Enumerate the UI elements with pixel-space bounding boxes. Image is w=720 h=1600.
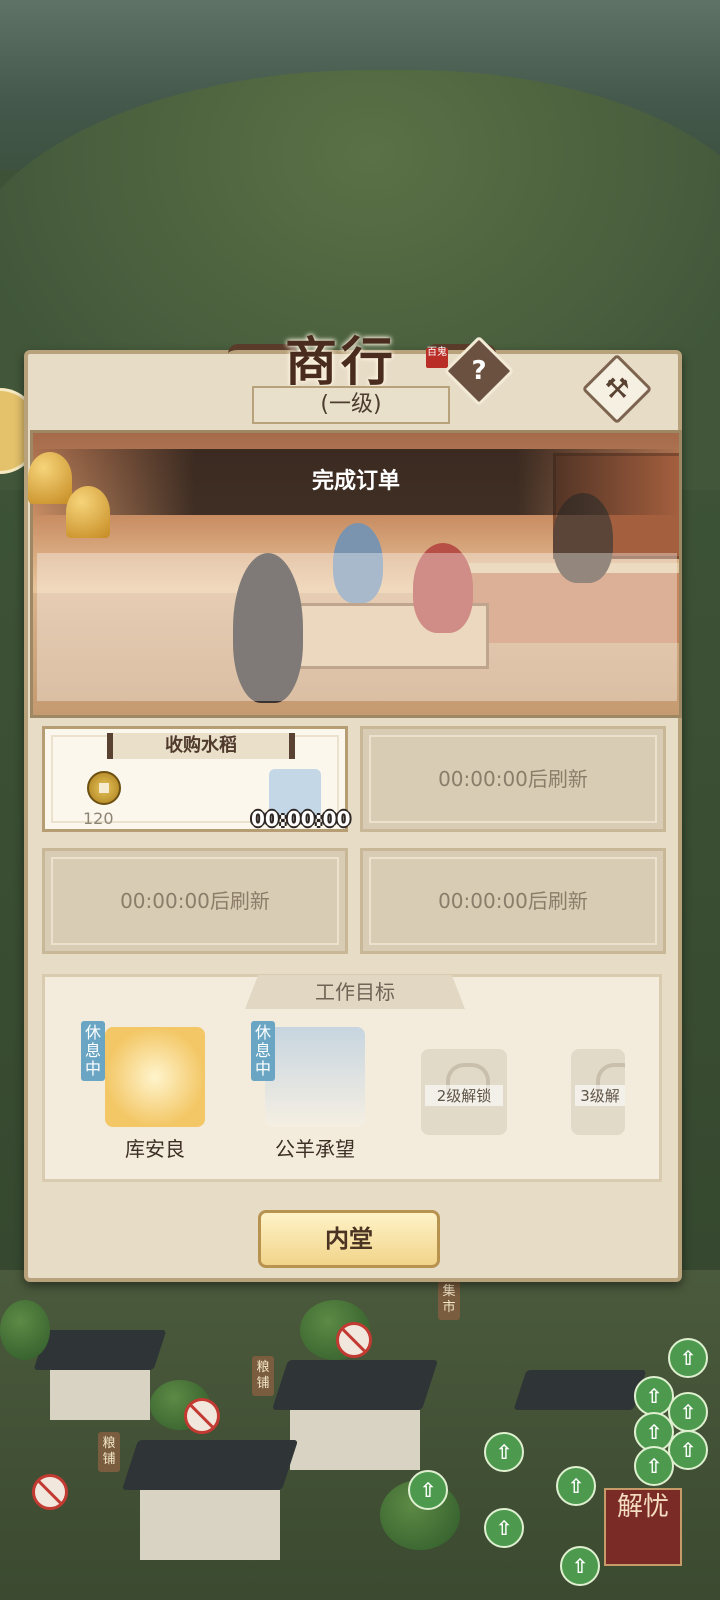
upgrade-arrow-icon[interactable]: ⇧ bbox=[484, 1508, 524, 1548]
bell-icon bbox=[28, 452, 72, 504]
house-roof bbox=[513, 1370, 647, 1410]
panel-title: 商行 bbox=[284, 332, 397, 393]
order-slot-empty: 00:00:00后刷新 bbox=[360, 726, 666, 832]
house-wall bbox=[140, 1490, 280, 1560]
worker-name: 库安良 bbox=[125, 1137, 185, 1161]
house-wall bbox=[290, 1410, 420, 1470]
work-goal-title: 工作目标 bbox=[245, 975, 465, 1009]
upgrade-arrow-icon[interactable]: ⇧ bbox=[668, 1392, 708, 1432]
rest-status-tag: 休息中 bbox=[81, 1021, 105, 1081]
bell-decoration bbox=[28, 436, 128, 556]
worker-name: 公羊承望 bbox=[275, 1137, 355, 1161]
shop-sign[interactable]: 集市 bbox=[438, 1280, 460, 1320]
house-roof bbox=[121, 1440, 299, 1490]
order-title: 收购水稻 bbox=[107, 733, 295, 759]
order-reward: 120 bbox=[83, 809, 114, 828]
house-wall bbox=[50, 1370, 150, 1420]
refresh-timer-text: 00:00:00后刷新 bbox=[438, 767, 588, 791]
work-goal-section: 工作目标 库安良 休息中 公羊承望 休息中 2级解锁 3级解 bbox=[42, 974, 662, 1182]
house-roof bbox=[33, 1330, 167, 1370]
house-roof bbox=[271, 1360, 439, 1410]
blocked-icon[interactable] bbox=[32, 1474, 68, 1510]
jieyou-button[interactable]: 解忧 bbox=[604, 1488, 682, 1566]
blocked-icon[interactable] bbox=[184, 1398, 220, 1434]
complete-order-banner: 完成订单 bbox=[33, 449, 679, 515]
inner-hall-button[interactable]: 内堂 bbox=[258, 1210, 440, 1268]
upgrade-arrow-icon[interactable]: ⇧ bbox=[484, 1432, 524, 1472]
bell-icon bbox=[66, 486, 110, 538]
hammer-icon: ⚒ bbox=[604, 372, 630, 405]
building-level: (一级) bbox=[252, 386, 450, 424]
shop-sign[interactable]: 粮铺 bbox=[252, 1356, 274, 1396]
upgrade-arrow-icon[interactable]: ⇧ bbox=[668, 1338, 708, 1378]
coin-icon bbox=[87, 771, 121, 805]
jieyou-label: 解忧 bbox=[616, 1492, 669, 1522]
locked-worker-slot[interactable]: 2级解锁 bbox=[421, 1049, 507, 1135]
order-timer: 00:00:00 bbox=[251, 807, 351, 831]
scene-overlay bbox=[37, 553, 677, 701]
title-stamp: 百鬼 bbox=[426, 348, 448, 368]
locked-worker-slot[interactable]: 3级解 bbox=[571, 1049, 625, 1135]
refresh-timer-text: 00:00:00后刷新 bbox=[120, 889, 270, 913]
unlock-requirement: 2级解锁 bbox=[425, 1085, 503, 1106]
worker-portrait bbox=[265, 1027, 365, 1127]
refresh-timer-text: 00:00:00后刷新 bbox=[438, 889, 588, 913]
upgrade-arrow-icon[interactable]: ⇧ bbox=[408, 1470, 448, 1510]
upgrade-arrow-icon[interactable]: ⇧ bbox=[556, 1466, 596, 1506]
worker-card[interactable]: 库安良 bbox=[101, 1027, 209, 1162]
tree bbox=[0, 1300, 50, 1360]
order-slot-empty: 00:00:00后刷新 bbox=[42, 848, 348, 954]
blocked-icon[interactable] bbox=[336, 1322, 372, 1358]
question-mark-icon: ? bbox=[471, 356, 487, 386]
unlock-requirement: 3级解 bbox=[575, 1085, 625, 1106]
upgrade-arrow-icon[interactable]: ⇧ bbox=[560, 1546, 600, 1586]
worker-card[interactable]: 公羊承望 bbox=[261, 1027, 369, 1162]
worker-portrait bbox=[105, 1027, 205, 1127]
order-slot-active[interactable]: 收购水稻 120 00:00:00 bbox=[42, 726, 351, 832]
rest-status-tag: 休息中 bbox=[251, 1021, 275, 1081]
shop-sign[interactable]: 粮铺 bbox=[98, 1432, 120, 1472]
upgrade-arrow-icon[interactable]: ⇧ bbox=[634, 1446, 674, 1486]
upgrade-arrow-icon[interactable]: ⇧ bbox=[668, 1430, 708, 1470]
order-slot-empty: 00:00:00后刷新 bbox=[360, 848, 666, 954]
